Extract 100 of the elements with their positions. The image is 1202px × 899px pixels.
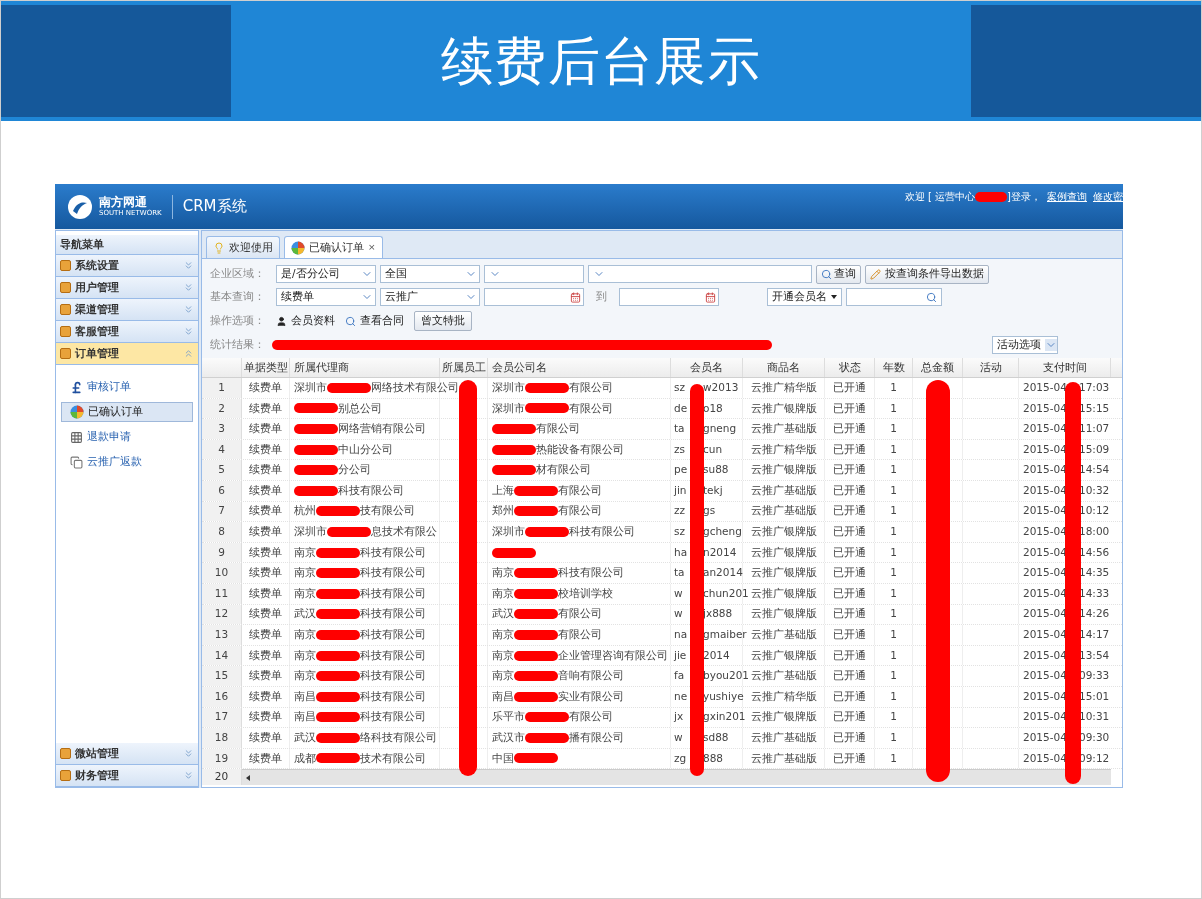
- table-cell-text: 云推广银牌版: [750, 462, 817, 478]
- table-cell: 已开通: [833, 421, 866, 437]
- row-number: 18: [214, 730, 229, 745]
- table-cell-text: 续费单: [249, 688, 282, 704]
- slide-title: 续费后台展示: [441, 30, 761, 93]
- column-header[interactable]: 商品名: [767, 359, 800, 376]
- approval-button[interactable]: 曾文特批: [414, 311, 472, 331]
- table-cell-text: 有限公司: [558, 606, 602, 622]
- activity-select[interactable]: 活动选项: [992, 336, 1058, 354]
- sidebar-group[interactable]: 用户管理: [56, 277, 198, 299]
- table-cell: 2015-04: [1023, 689, 1067, 702]
- table-cell-text: 科技有限公司: [360, 544, 426, 560]
- column-header[interactable]: 总金额: [921, 359, 954, 376]
- range-separator: 到: [596, 289, 607, 305]
- table-cell: 续费单: [249, 524, 282, 540]
- header-link[interactable]: 修改密: [1093, 189, 1123, 204]
- dropdown-field[interactable]: 续费单: [276, 288, 376, 306]
- search-icon: [821, 268, 832, 280]
- ball-icon: [70, 405, 84, 419]
- table-cell-text: 科技有限公司: [360, 709, 426, 725]
- horizontal-scrollbar[interactable]: [242, 769, 1111, 786]
- table-cell-text: 云推广银牌版: [750, 585, 817, 601]
- row-number: 16: [214, 688, 229, 704]
- table-cell: gcheng: [703, 524, 742, 540]
- logo-text: 南方网通: [99, 196, 148, 208]
- table-cell-text: 科技有限公司: [360, 688, 426, 704]
- table-cell: 科技有限公司: [360, 668, 426, 684]
- dropdown-field[interactable]: 是/否分公司: [276, 265, 376, 283]
- action-link[interactable]: 查看合同: [345, 313, 404, 329]
- sidebar-group[interactable]: 渠道管理: [56, 299, 198, 321]
- dropdown-field[interactable]: 全国: [380, 265, 480, 283]
- column-header[interactable]: 会员公司名: [492, 359, 547, 376]
- export-button[interactable]: 按查询条件导出数据: [865, 264, 989, 284]
- action-link[interactable]: 会员资料: [276, 313, 335, 329]
- column-header[interactable]: 所属代理商: [294, 359, 349, 376]
- dropdown-field[interactable]: 云推广: [380, 288, 480, 306]
- column-header[interactable]: 状态: [838, 359, 861, 376]
- table-cell: 云推广基础版: [750, 627, 817, 643]
- column-header[interactable]: 活动: [979, 359, 1002, 376]
- table-cell-text: 续费单: [249, 647, 282, 663]
- filter-label: 统计结果：: [210, 337, 266, 353]
- column-header[interactable]: 年数: [882, 359, 905, 376]
- table-cell-text: 云推广精华版: [750, 441, 817, 457]
- dropdown-field[interactable]: [588, 265, 812, 283]
- query-button[interactable]: 查询: [816, 264, 861, 284]
- table-cell-text: 深圳市: [294, 379, 327, 395]
- date-field[interactable]: [484, 288, 584, 306]
- column-header[interactable]: 支付时间: [1042, 359, 1087, 376]
- table-cell: 2015-04: [1023, 401, 1067, 414]
- search-field[interactable]: [846, 288, 942, 306]
- sidebar-item[interactable]: 已确认订单: [61, 402, 193, 422]
- table-cell-text: 2014: [703, 647, 730, 663]
- table-cell-text: 已开通: [833, 585, 866, 601]
- sidebar-group[interactable]: 客服管理: [56, 321, 198, 343]
- column-header[interactable]: 会员名: [690, 359, 723, 376]
- table-cell-text: 已开通: [833, 544, 866, 560]
- table-cell-text: 武汉: [294, 730, 316, 745]
- table-cell-text: 有限公司: [569, 379, 613, 395]
- table-cell: 已开通: [833, 565, 866, 581]
- dropdown-field[interactable]: [484, 265, 584, 283]
- table-cell-text: jx888: [703, 606, 733, 622]
- table-cell-text: 已开通: [833, 750, 866, 766]
- tab[interactable]: 已确认订单 ×: [284, 236, 383, 258]
- tab-close-icon[interactable]: ×: [368, 240, 376, 255]
- sidebar-group[interactable]: 财务管理: [56, 765, 198, 787]
- table-cell-text: su88: [703, 462, 729, 478]
- row-number: 20: [214, 769, 229, 785]
- table-cell: 2015-04: [1023, 566, 1067, 579]
- table-cell: 云推广银牌版: [750, 524, 817, 540]
- table-cell: 南京: [492, 668, 514, 684]
- table-cell-text: 科技有限公司: [360, 606, 426, 622]
- column-header[interactable]: 单据类型: [243, 359, 288, 376]
- table-cell: 深圳市: [294, 524, 327, 540]
- table-cell-text: 14:54: [1079, 462, 1110, 478]
- table-cell-text: 深圳市: [492, 400, 525, 416]
- table-cell-text: 10:32: [1079, 482, 1110, 498]
- table-cell-text: 1: [890, 400, 897, 416]
- sidebar-item[interactable]: 退款申请: [61, 427, 193, 447]
- sidebar-item[interactable]: 审核订单: [61, 377, 193, 397]
- sidebar-group[interactable]: 系统设置: [56, 255, 198, 277]
- header-link[interactable]: 案例查询: [1047, 189, 1087, 204]
- welcome-text: 欢迎 [ 运营中心: [904, 190, 976, 204]
- scroll-left-arrow-icon[interactable]: [246, 774, 250, 781]
- table-cell: 网络营销有限公司: [338, 421, 426, 437]
- sidebar-group[interactable]: 订单管理: [56, 343, 198, 365]
- table-cell: 14:17: [1079, 627, 1110, 643]
- tab[interactable]: 欢迎使用: [206, 236, 280, 258]
- row-number: 19: [214, 750, 229, 766]
- table-cell: 1: [890, 627, 897, 643]
- member-dropdown[interactable]: 开通会员名: [767, 288, 842, 306]
- table-cell: ta: [674, 422, 685, 435]
- sidebar-item[interactable]: 云推广返款: [61, 452, 193, 472]
- book-icon: [60, 748, 71, 759]
- date-field[interactable]: [619, 288, 719, 306]
- table-cell: 11:07: [1079, 421, 1110, 437]
- sidebar-group[interactable]: 微站管理: [56, 743, 198, 765]
- column-header[interactable]: 所属员工: [441, 359, 486, 376]
- table-cell-text: 云推广银牌版: [750, 647, 817, 663]
- table-cell-text: 南京: [294, 585, 316, 601]
- table-cell-text: 续费单: [249, 750, 282, 766]
